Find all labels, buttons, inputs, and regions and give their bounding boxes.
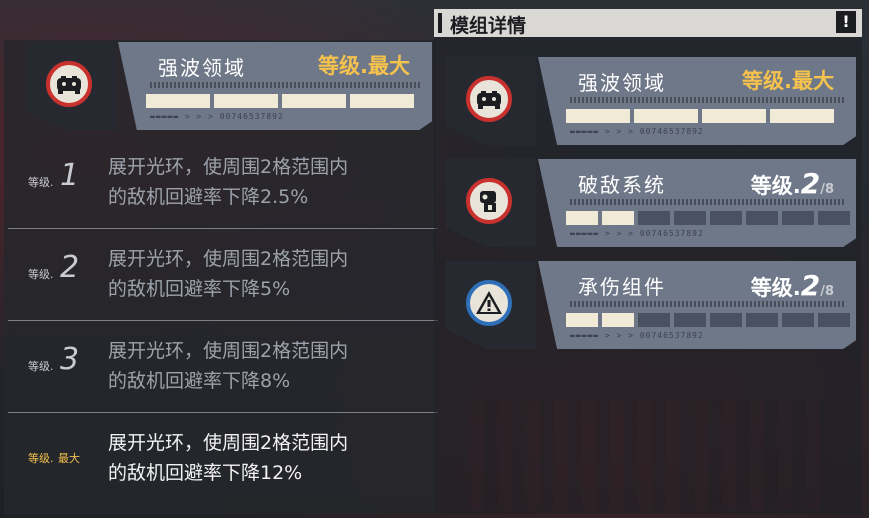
module-level-max: /8: [820, 182, 834, 197]
progress-segment: [602, 211, 634, 225]
selected-module-info: 强波领域 等级.最大 ▬▬▬▬▬ > > > 00746537892: [118, 42, 432, 130]
module-level-label: 等级.: [750, 276, 801, 300]
header-marker: [438, 13, 442, 33]
progress-segment: [282, 94, 346, 108]
level-description: 展开光环，使周围2格范围内 的敌机回避率下降5%: [108, 248, 349, 300]
level-label: 等级.: [28, 452, 54, 465]
selected-module-icon-box: [26, 42, 116, 130]
progress-segment: [146, 94, 210, 108]
module-name: 破敌系统: [578, 173, 666, 197]
robot-head-icon: [466, 178, 512, 224]
progress-segment: [818, 313, 850, 327]
module-level: 等级.最大: [742, 69, 834, 93]
level-row-max: 等级. 最大 展开光环，使周围2格范围内 的敌机回避率下降12%: [8, 412, 438, 504]
selected-module-card: 强波领域 等级.最大 ▬▬▬▬▬ > > > 00746537892: [26, 42, 432, 130]
level-number: 最大: [58, 452, 80, 465]
serial-number: ▬▬▬▬▬ > > > 00746537892: [570, 127, 704, 136]
serial-number: ▬▬▬▬▬ > > > 00746537892: [150, 112, 284, 121]
progress-segment: [710, 211, 742, 225]
module-icon-box: [446, 159, 536, 247]
module-icon-box: [446, 57, 536, 145]
selected-module-level: 等级.最大: [318, 54, 410, 78]
progress-segment: [702, 109, 766, 123]
module-level-number: 2: [800, 269, 821, 302]
level-number: 2: [60, 250, 80, 285]
page-title: 模组详情: [450, 15, 527, 37]
progress-segment: [782, 211, 814, 225]
module-info: 破敌系统 等级.2/8 ▬▬▬▬▬ > > > 00746537892: [538, 159, 856, 247]
fine-print-text: [570, 97, 846, 103]
progress-segment: [770, 109, 834, 123]
progress-segment: [638, 211, 670, 225]
serial-number: ▬▬▬▬▬ > > > 00746537892: [570, 229, 704, 238]
module-card-2[interactable]: 破敌系统 等级.2/8 ▬▬▬▬▬ > > > 00746537892: [446, 159, 856, 247]
controller-icon: [466, 76, 512, 122]
level-row-1: 等级. 1 展开光环，使周围2格范围内 的敌机回避率下降2.5%: [8, 136, 438, 229]
module-level: 等级.2/8: [751, 167, 834, 200]
fine-print-text: [570, 301, 846, 307]
level-progress-bar: [566, 211, 850, 225]
module-details-header: 模组详情 !: [434, 9, 862, 37]
module-list-panel: 强波领域 等级.最大 ▬▬▬▬▬ > > > 00746537892 破敌系统 …: [434, 37, 862, 514]
progress-segment: [674, 313, 706, 327]
progress-segment: [214, 94, 278, 108]
module-card-1[interactable]: 强波领域 等级.最大 ▬▬▬▬▬ > > > 00746537892: [446, 57, 856, 145]
progress-segment: [674, 211, 706, 225]
progress-segment: [566, 211, 598, 225]
level-number: 3: [60, 342, 80, 377]
module-level-number: 2: [800, 167, 821, 200]
progress-segment: [818, 211, 850, 225]
controller-icon: [46, 61, 92, 107]
progress-segment: [350, 94, 414, 108]
level-label: 等级.: [28, 268, 54, 281]
level-label: 等级.: [28, 360, 54, 373]
progress-segment: [746, 313, 778, 327]
selected-module-name: 强波领域: [158, 56, 246, 80]
level-row-2: 等级. 2 展开光环，使周围2格范围内 的敌机回避率下降5%: [8, 228, 438, 321]
fine-print-text: [570, 199, 846, 205]
serial-number: ▬▬▬▬▬ > > > 00746537892: [570, 331, 704, 340]
level-description: 展开光环，使周围2格范围内 的敌机回避率下降8%: [108, 340, 349, 392]
progress-segment: [782, 313, 814, 327]
level-row-3: 等级. 3 展开光环，使周围2格范围内 的敌机回避率下降8%: [8, 320, 438, 413]
module-level-max: /8: [820, 284, 834, 299]
level-description: 展开光环，使周围2格范围内 的敌机回避率下降2.5%: [108, 156, 349, 208]
module-icon-box: [446, 261, 536, 349]
progress-segment: [710, 313, 742, 327]
module-info: 强波领域 等级.最大 ▬▬▬▬▬ > > > 00746537892: [538, 57, 856, 145]
module-level: 等级.2/8: [751, 269, 834, 302]
progress-segment: [746, 211, 778, 225]
level-progress-bar: [566, 313, 850, 327]
module-card-3[interactable]: 承伤组件 等级.2/8 ▬▬▬▬▬ > > > 00746537892: [446, 261, 856, 349]
level-label: 等级.: [28, 176, 54, 189]
level-progress-bar: [566, 109, 834, 123]
progress-segment: [638, 313, 670, 327]
level-progress-bar: [146, 94, 414, 108]
fine-print-text: [150, 82, 422, 88]
warning-icon: [466, 280, 512, 326]
module-name: 承伤组件: [578, 275, 666, 299]
module-level-label: 等级.: [750, 174, 801, 198]
module-info: 承伤组件 等级.2/8 ▬▬▬▬▬ > > > 00746537892: [538, 261, 856, 349]
module-detail-panel: 强波领域 等级.最大 ▬▬▬▬▬ > > > 00746537892 等级. 1…: [4, 40, 438, 514]
level-number: 1: [60, 158, 80, 193]
level-description: 展开光环，使周围2格范围内 的敌机回避率下降12%: [108, 432, 349, 484]
progress-segment: [634, 109, 698, 123]
progress-segment: [602, 313, 634, 327]
info-button[interactable]: !: [836, 11, 856, 33]
module-name: 强波领域: [578, 71, 666, 95]
progress-segment: [566, 313, 598, 327]
progress-segment: [566, 109, 630, 123]
